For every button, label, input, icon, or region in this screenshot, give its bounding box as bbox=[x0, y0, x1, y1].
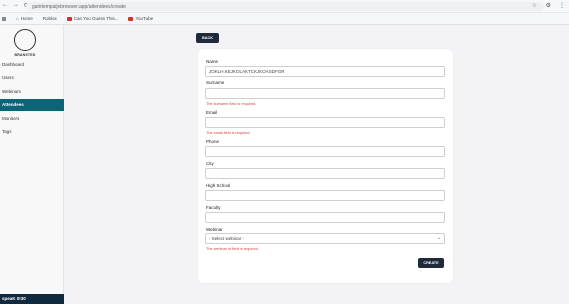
apps-icon bbox=[2, 16, 6, 21]
city-label: City bbox=[206, 161, 214, 166]
webinar-select[interactable]: - Select webinar - ⌄ bbox=[205, 233, 445, 244]
chevron-down-icon: ⌄ bbox=[436, 235, 441, 241]
sidebar-item-webinars[interactable]: Webinars bbox=[0, 86, 64, 98]
surname-error: The surname field is required. bbox=[206, 102, 257, 106]
faculty-label: Faculty bbox=[206, 205, 221, 210]
phone-field[interactable] bbox=[205, 146, 445, 157]
surname-label: Surname bbox=[206, 80, 225, 85]
youtube-icon bbox=[128, 16, 134, 21]
bookmark-apps[interactable] bbox=[2, 16, 6, 21]
sidebar: BRANSTED Dashboard Users Webinars Attend… bbox=[0, 25, 64, 304]
nav-icons: ← → ⟳ bbox=[2, 2, 29, 9]
brand-logo-icon bbox=[14, 29, 36, 51]
address-bar[interactable]: gaintempaijvbrowser.app/attendees/create bbox=[26, 2, 544, 11]
home-icon: ⌂ bbox=[16, 16, 19, 21]
brand-logo-text: BRANSTED bbox=[14, 53, 36, 57]
youtube-icon bbox=[66, 16, 72, 21]
webinar-label: Webinar bbox=[206, 227, 223, 232]
city-field[interactable] bbox=[205, 168, 445, 179]
back-button[interactable]: BACK bbox=[196, 33, 219, 43]
star-icon[interactable]: ☆ bbox=[532, 2, 537, 9]
bookmark-home[interactable]: ⌂ Home bbox=[16, 16, 33, 21]
bookmark-roblox[interactable]: Roblox bbox=[43, 16, 57, 21]
bookmarks-bar: ⌂ Home Roblox Can You Guess This... YouTu… bbox=[0, 13, 569, 25]
menu-icon[interactable]: ⋮ bbox=[559, 2, 565, 9]
extensions-icon[interactable]: ⚙ bbox=[546, 2, 551, 9]
name-label: Name bbox=[206, 59, 219, 64]
faculty-field[interactable] bbox=[205, 212, 445, 223]
high-school-label: High School bbox=[206, 183, 231, 188]
email-error: The email field is required. bbox=[206, 131, 251, 135]
back-arrow-icon[interactable]: ← bbox=[2, 2, 8, 9]
email-label: Email bbox=[206, 110, 218, 115]
sidebar-item-tags[interactable]: Tags bbox=[0, 126, 64, 138]
webinar-select-value: - Select webinar - bbox=[209, 236, 245, 241]
webinar-error: The webinar id field is required. bbox=[206, 247, 259, 251]
sidebar-item-monitors[interactable]: Monitors bbox=[0, 113, 64, 125]
address-url: gaintempaijvbrowser.app/attendees/create bbox=[32, 3, 126, 10]
sidebar-item-dashboard[interactable]: Dashboard bbox=[0, 59, 64, 71]
high-school-field[interactable] bbox=[205, 190, 445, 201]
bookmark-guess[interactable]: Can You Guess This... bbox=[66, 16, 118, 21]
sidebar-bottom-bar: speaK 0!30 bbox=[0, 294, 64, 304]
name-field[interactable]: JOKLH.KEJKOLAKTCKJKOASDFGR bbox=[205, 66, 445, 77]
create-button[interactable]: CREATE bbox=[418, 258, 444, 268]
forward-arrow-icon[interactable]: → bbox=[13, 2, 19, 9]
surname-field[interactable] bbox=[205, 88, 445, 99]
phone-label: Phone bbox=[206, 139, 220, 144]
browser-toolbar: ← → ⟳ gaintempaijvbrowser.app/attendees/… bbox=[0, 0, 569, 13]
bookmark-youtube[interactable]: YouTube bbox=[128, 16, 153, 21]
sidebar-item-attendees[interactable]: Attendees bbox=[0, 99, 64, 111]
sidebar-item-users[interactable]: Users bbox=[0, 72, 64, 84]
email-field[interactable] bbox=[205, 117, 445, 128]
